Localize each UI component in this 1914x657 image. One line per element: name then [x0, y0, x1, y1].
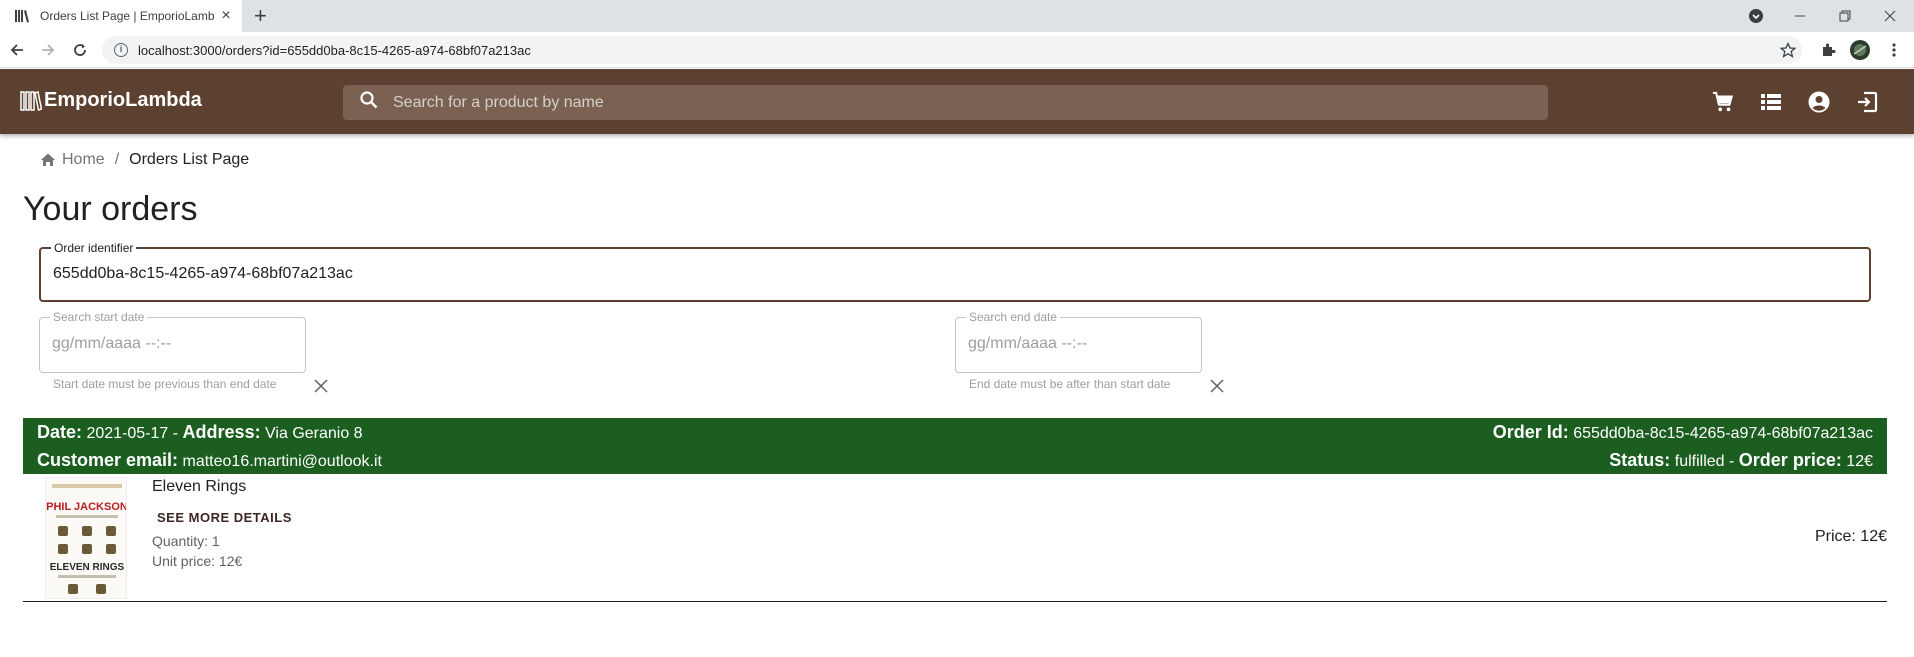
- brand-link[interactable]: EmporioLambda: [20, 89, 202, 112]
- close-window-icon[interactable]: [1880, 0, 1900, 32]
- end-date-input[interactable]: [968, 335, 1201, 353]
- breadcrumb-separator: /: [114, 151, 120, 168]
- back-icon[interactable]: [7, 40, 27, 60]
- order-header-row-2: Customer email: matteo16.martini@outlook…: [37, 450, 1873, 471]
- order-price: 12€: [1846, 453, 1873, 470]
- order-price-label: Order price:: [1738, 450, 1842, 470]
- reload-icon[interactable]: [70, 40, 90, 60]
- avatar[interactable]: [1850, 40, 1870, 60]
- cart-icon[interactable]: [1710, 89, 1736, 115]
- item-quantity: Quantity: 1: [152, 533, 220, 549]
- order-address-label: Address:: [182, 422, 261, 442]
- divider: [23, 601, 1887, 602]
- close-tab-icon[interactable]: ×: [218, 8, 234, 24]
- site-info-icon[interactable]: i: [114, 43, 128, 57]
- browser-toolbar: i localhost:3000/orders?id=655dd0ba-8c15…: [0, 32, 1914, 68]
- dash: -: [1729, 453, 1735, 470]
- see-more-details-button[interactable]: SEE MORE DETAILS: [152, 506, 297, 529]
- minimize-icon[interactable]: [1790, 0, 1810, 32]
- status-label: Status:: [1609, 450, 1671, 470]
- order-header-row-1: Date: 2021-05-17 - Address: Via Geranio …: [37, 422, 1873, 443]
- tab-title: Orders List Page | EmporioLambda: [40, 9, 215, 23]
- breadcrumb-current: Orders List Page: [129, 151, 250, 168]
- bookmark-star-icon[interactable]: [1778, 40, 1798, 60]
- dash: -: [172, 425, 179, 442]
- order-customer: Customer email: matteo16.martini@outlook…: [37, 450, 382, 471]
- breadcrumb-home-link[interactable]: Home: [62, 151, 105, 169]
- item-price: Price: 12€: [1814, 528, 1887, 545]
- orders-list-icon[interactable]: [1758, 89, 1784, 115]
- end-date-helper: End date must be after than start date: [969, 377, 1171, 391]
- breadcrumb: Home / Orders List Page: [40, 151, 249, 169]
- books-logo-icon: [20, 90, 43, 112]
- order-date-address: Date: 2021-05-17 - Address: Via Geranio …: [37, 422, 363, 443]
- start-date-field[interactable]: Search start date: [39, 310, 306, 373]
- customer-email: matteo16.martini@outlook.it: [182, 453, 382, 470]
- start-date-helper: Start date must be previous than end dat…: [53, 377, 277, 391]
- end-date-field[interactable]: Search end date: [955, 310, 1202, 373]
- restore-icon[interactable]: [1835, 0, 1855, 32]
- new-tab-icon[interactable]: +: [254, 5, 267, 27]
- address-bar[interactable]: i localhost:3000/orders?id=655dd0ba-8c15…: [102, 36, 1802, 64]
- item-title: Eleven Rings: [152, 478, 247, 495]
- browser-tabstrip: Orders List Page | EmporioLambda × +: [0, 0, 1914, 32]
- order-status-price: Status: fulfilled - Order price: 12€: [1609, 450, 1873, 471]
- customer-email-label: Customer email:: [37, 450, 179, 470]
- cover-title: ELEVEN RINGS: [50, 562, 125, 573]
- forward-icon[interactable]: [38, 40, 58, 60]
- order-id-input[interactable]: [53, 265, 1790, 283]
- order-id-value: 655dd0ba-8c15-4265-a974-68bf07a213ac: [1573, 425, 1873, 442]
- clear-start-date-icon[interactable]: [312, 377, 330, 395]
- order-id-label: Order identifier: [51, 241, 137, 255]
- clear-end-date-icon[interactable]: [1208, 377, 1226, 395]
- item-unit-price: Unit price: 12€: [152, 553, 243, 569]
- order-id-field[interactable]: Order identifier: [39, 241, 1871, 302]
- brand-name: EmporioLambda: [44, 89, 202, 111]
- end-date-label: Search end date: [966, 310, 1061, 324]
- order-header: Date: 2021-05-17 - Address: Via Geranio …: [23, 418, 1887, 474]
- search-input[interactable]: [393, 93, 1493, 112]
- cover-author: PHIL JACKSON: [46, 501, 127, 513]
- logout-icon[interactable]: [1854, 89, 1880, 115]
- browser-menu-icon[interactable]: [1884, 40, 1904, 60]
- order-id-display: Order Id: 655dd0ba-8c15-4265-a974-68bf07…: [1493, 422, 1873, 443]
- start-date-label: Search start date: [50, 310, 148, 324]
- product-search[interactable]: [343, 85, 1548, 120]
- order-date: 2021-05-17: [86, 425, 169, 442]
- start-date-input[interactable]: [52, 335, 304, 353]
- account-icon[interactable]: [1806, 89, 1832, 115]
- search-icon: [359, 90, 379, 115]
- status-value: fulfilled: [1674, 453, 1725, 470]
- book-cover-image[interactable]: PHIL JACKSON ELEVEN RINGS: [45, 477, 127, 599]
- home-icon[interactable]: [40, 152, 56, 168]
- order-date-label: Date:: [37, 422, 83, 442]
- url-text: localhost:3000/orders?id=655dd0ba-8c15-4…: [138, 42, 531, 58]
- page-title: Your orders: [23, 190, 198, 228]
- order-id-display-label: Order Id:: [1492, 422, 1569, 442]
- browser-tab[interactable]: Orders List Page | EmporioLambda ×: [0, 0, 242, 32]
- order-address: Via Geranio 8: [265, 425, 363, 442]
- app-bar: EmporioLambda: [0, 69, 1914, 134]
- books-icon: [14, 9, 30, 23]
- profile-menu-icon[interactable]: [1744, 0, 1768, 32]
- extensions-icon[interactable]: [1818, 40, 1838, 60]
